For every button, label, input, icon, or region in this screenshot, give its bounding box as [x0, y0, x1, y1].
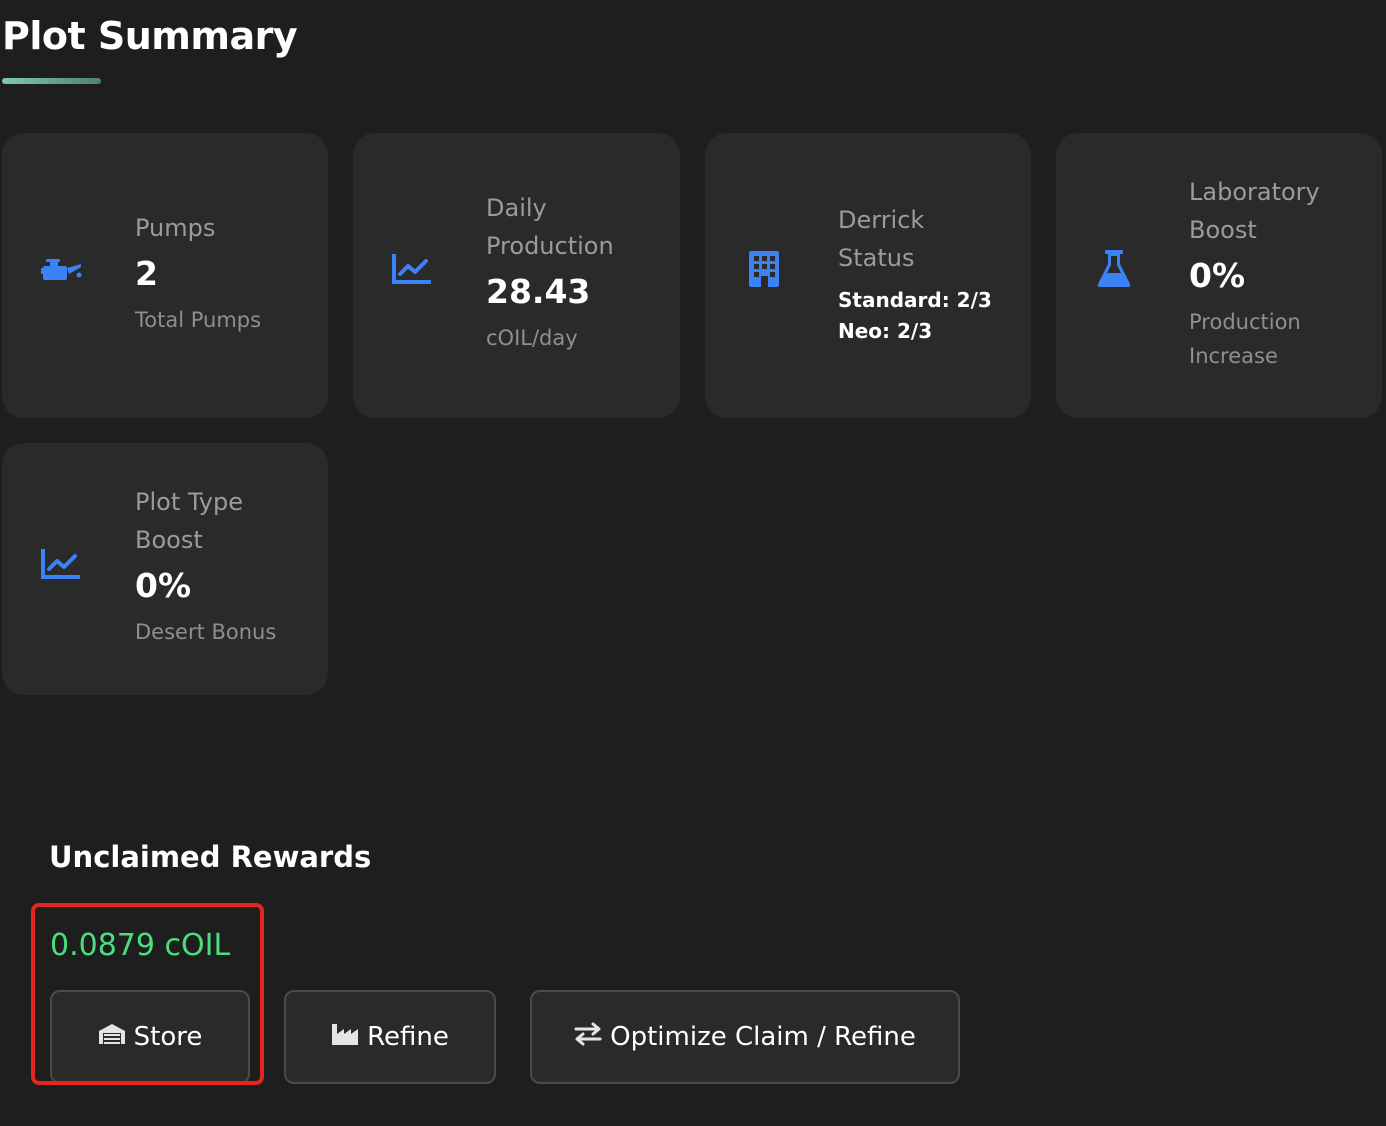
daily-production-sub: cOIL/day [486, 326, 578, 350]
highlight-box [31, 903, 264, 1085]
derrick-status-label: Derrick Status [838, 206, 925, 272]
page-title: Plot Summary [2, 14, 298, 58]
derrick-status-card: Derrick Status Standard: 2/3 Neo: 2/3 [705, 133, 1031, 418]
pumps-label: Pumps [135, 214, 216, 242]
daily-production-label: Daily Production [486, 194, 614, 260]
industry-icon [331, 1022, 359, 1053]
oil-can-icon [40, 249, 84, 293]
chart-line-icon [38, 543, 82, 587]
laboratory-boost-sub: Production Increase [1189, 310, 1301, 368]
title-underline [2, 78, 101, 84]
plot-summary-page: Plot Summary Pumps 2 Total Pumps Daily P… [0, 0, 1386, 1126]
plot-type-boost-value: 0% [135, 566, 192, 605]
optimize-button-label: Optimize Claim / Refine [610, 1022, 916, 1052]
optimize-claim-refine-button[interactable]: Optimize Claim / Refine [530, 990, 960, 1084]
daily-production-value: 28.43 [486, 272, 591, 311]
refine-button[interactable]: Refine [284, 990, 496, 1084]
plot-type-boost-label: Plot Type Boost [135, 488, 243, 554]
derrick-neo-status: Neo: 2/3 [838, 319, 933, 343]
plot-type-boost-card: Plot Type Boost 0% Desert Bonus [2, 443, 328, 695]
laboratory-boost-card: Laboratory Boost 0% Production Increase [1056, 133, 1382, 418]
exchange-arrows-icon [574, 1022, 602, 1053]
chart-line-icon [389, 248, 433, 292]
unclaimed-rewards-title: Unclaimed Rewards [49, 840, 372, 874]
flask-icon [1092, 247, 1136, 291]
plot-type-boost-sub: Desert Bonus [135, 620, 277, 644]
laboratory-boost-value: 0% [1189, 256, 1246, 295]
refine-button-label: Refine [367, 1022, 449, 1052]
pumps-value: 2 [135, 254, 158, 293]
building-icon [742, 247, 786, 291]
daily-production-card: Daily Production 28.43 cOIL/day [353, 133, 680, 418]
derrick-standard-status: Standard: 2/3 [838, 288, 992, 312]
pumps-sub: Total Pumps [135, 308, 262, 332]
laboratory-boost-label: Laboratory Boost [1189, 178, 1320, 244]
pumps-card: Pumps 2 Total Pumps [2, 133, 328, 418]
